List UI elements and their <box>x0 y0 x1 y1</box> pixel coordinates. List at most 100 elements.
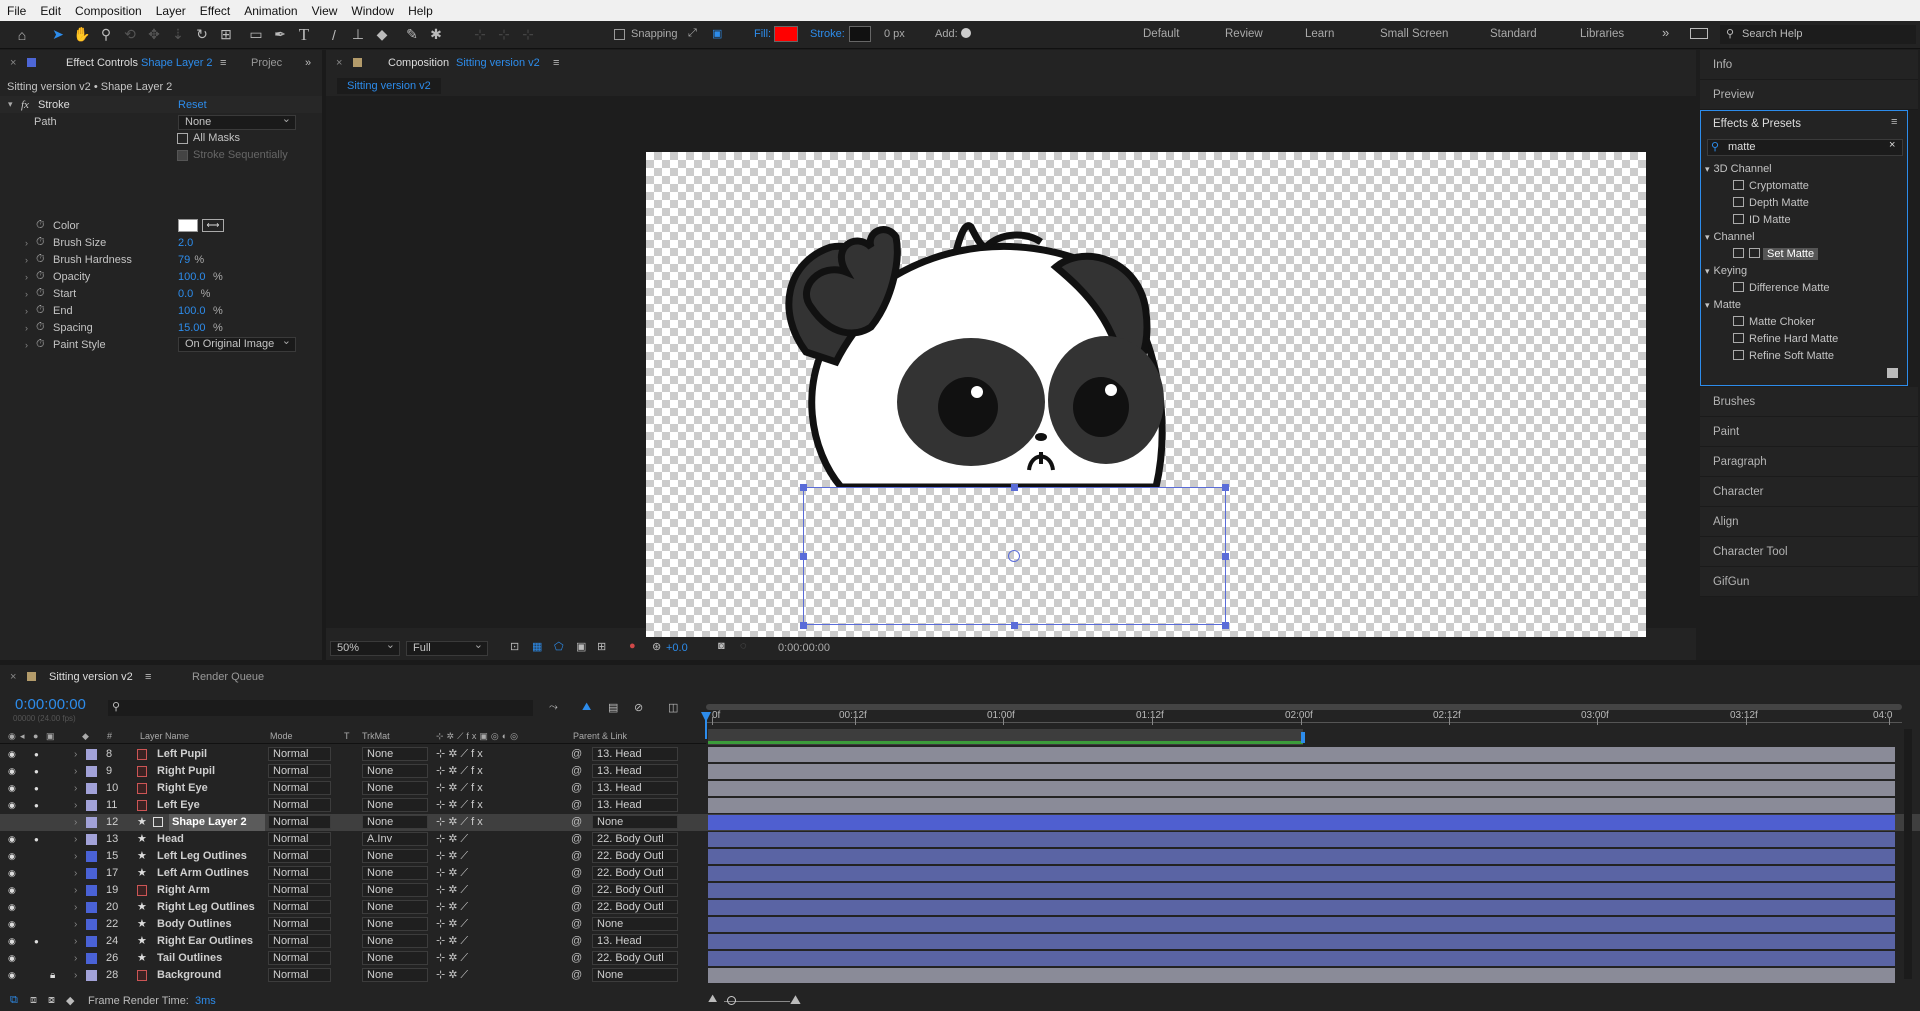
orbit-tool-icon[interactable]: ⟲ <box>118 23 142 47</box>
layer-duration-bar[interactable] <box>708 883 1895 898</box>
blend-mode-dropdown[interactable]: Normal <box>268 781 331 795</box>
workspace-libraries[interactable]: Libraries <box>1580 28 1624 40</box>
blend-mode-dropdown[interactable]: Normal <box>268 832 331 846</box>
lock-icon[interactable]: 🔒︎ <box>50 967 55 984</box>
label-color-swatch[interactable] <box>86 936 97 947</box>
effects-category[interactable]: ▾ Keying <box>1705 263 1747 280</box>
layer-name[interactable]: Left Pupil <box>157 746 207 763</box>
prop-value[interactable]: 2.0 <box>178 237 193 249</box>
new-bin-icon[interactable] <box>1887 368 1898 378</box>
prop-row-brush-size[interactable]: › ⏱ Brush Size 2.0 <box>0 234 322 251</box>
panel-menu-icon[interactable]: ≡ <box>553 57 559 69</box>
visibility-eye-icon[interactable]: ◉ <box>8 763 16 780</box>
resolution-dropdown[interactable]: Full <box>406 639 488 656</box>
expand-arrow-icon[interactable]: › <box>74 882 77 899</box>
layer-name[interactable]: Left Arm Outlines <box>157 865 249 882</box>
layer-duration-bar[interactable] <box>708 917 1895 932</box>
blend-mode-dropdown[interactable]: Normal <box>268 764 331 778</box>
zoom-dropdown[interactable]: 50% <box>330 639 400 656</box>
menu-view[interactable]: View <box>305 4 345 18</box>
transparency-grid-icon[interactable]: ▦ <box>532 640 542 653</box>
label-color-swatch[interactable] <box>86 749 97 760</box>
draft-3d-icon[interactable]: ⛰ <box>582 701 591 714</box>
anchor-tool-icon[interactable]: ⊞ <box>214 23 238 47</box>
expand-arrow-icon[interactable]: › <box>74 916 77 933</box>
type-tool-icon[interactable]: T <box>292 23 316 47</box>
label-color-swatch[interactable] <box>86 783 97 794</box>
paint-style-dropdown[interactable]: On Original Image <box>178 335 296 352</box>
layer-row[interactable]: ◉ ● › 24 ★ Right Ear Outlines Normal None ⊹✲⟋ @13… <box>0 933 1920 950</box>
switch-icons[interactable]: ⊹✲⟋fx <box>436 780 486 797</box>
prop-value[interactable]: 0.0 <box>178 288 193 300</box>
layer-row[interactable]: ◉ ● › 10 Right Eye Normal None ⊹✲⟋fx @13. Head <box>0 780 1920 797</box>
switch-icons[interactable]: ⊹✲⟋fx <box>436 763 486 780</box>
switch-icons[interactable]: ⊹✲⟋ <box>436 967 471 984</box>
solo-dot-icon[interactable]: ● <box>34 831 39 848</box>
zoom-tool-icon[interactable]: ⚲ <box>94 23 118 47</box>
workspace-small-screen[interactable]: Small Screen <box>1380 28 1448 40</box>
visibility-eye-icon[interactable]: ◉ <box>8 933 16 950</box>
exposure-reset-icon[interactable]: ⊛ <box>652 640 661 653</box>
track-matte-dropdown[interactable]: None <box>362 798 428 812</box>
layer-name-header[interactable]: Layer Name <box>140 731 189 741</box>
layer-row[interactable]: ◉ 🔒︎ › 28 Background Normal None ⊹✲⟋ @ None <box>0 967 1920 984</box>
frame-blending-icon[interactable]: ⊘ <box>634 701 643 714</box>
menu-effect[interactable]: Effect <box>193 4 237 18</box>
parent-dropdown[interactable]: 22. Body Outl <box>592 951 678 965</box>
track-matte-dropdown[interactable]: None <box>362 764 428 778</box>
menu-composition[interactable]: Composition <box>68 4 149 18</box>
parent-pickwhip-icon[interactable]: @ <box>571 848 582 865</box>
visibility-eye-icon[interactable]: ◉ <box>8 780 16 797</box>
blend-mode-dropdown[interactable]: Normal <box>268 917 331 931</box>
layer-row[interactable]: ◉ › 26 ★ Tail Outlines Normal None ⊹✲⟋ @22. Body… <box>0 950 1920 967</box>
toggle-inout-icon[interactable]: ⧇ <box>48 994 55 1007</box>
layer-name[interactable]: Right Leg Outlines <box>157 899 255 916</box>
parent-dropdown[interactable]: 13. Head <box>592 798 678 812</box>
panel-overflow-icon[interactable]: » <box>305 57 311 69</box>
mask-visibility-icon[interactable]: ⬠ <box>554 640 564 653</box>
prop-value[interactable]: 79 <box>178 254 190 266</box>
stroke-color-swatch[interactable] <box>849 26 871 42</box>
label-color-swatch[interactable] <box>86 953 97 964</box>
parent-dropdown[interactable]: 22. Body Outl <box>592 866 678 880</box>
parent-dropdown[interactable]: 22. Body Outl <box>592 900 678 914</box>
solo-dot-icon[interactable]: ● <box>34 763 39 780</box>
expand-arrow-icon[interactable]: › <box>25 272 28 282</box>
bbox-handle[interactable] <box>1222 484 1229 491</box>
effects-category[interactable]: ▾ 3D Channel <box>1705 161 1772 178</box>
blend-mode-dropdown[interactable]: Normal <box>268 968 331 982</box>
parent-dropdown[interactable]: 13. Head <box>592 781 678 795</box>
blend-mode-dropdown[interactable]: Normal <box>268 747 331 761</box>
visibility-eye-icon[interactable]: ◉ <box>8 831 16 848</box>
reset-link[interactable]: Reset <box>178 99 207 111</box>
menu-window[interactable]: Window <box>344 4 401 18</box>
switch-icons[interactable]: ⊹✲⟋ <box>436 848 471 865</box>
prop-row-spacing[interactable]: › ⏱ Spacing 15.00% <box>0 319 322 336</box>
effect-item[interactable]: Difference Matte <box>1733 280 1830 297</box>
switch-icons[interactable]: ⊹✲⟋ <box>436 865 471 882</box>
solo-dot-icon[interactable]: ● <box>34 797 39 814</box>
snap-edges-icon[interactable]: ⤢ <box>688 27 697 40</box>
stopwatch-icon[interactable]: ⏱ <box>36 270 45 283</box>
collapse-arrow-icon[interactable]: ▾ <box>1705 266 1710 276</box>
label-color-swatch[interactable] <box>86 902 97 913</box>
panel-character-tool[interactable]: Character Tool <box>1700 537 1918 567</box>
stopwatch-icon[interactable]: ⏱ <box>36 287 45 300</box>
rectangle-tool-icon[interactable]: ▭ <box>244 23 268 47</box>
solo-dot-icon[interactable]: ● <box>34 933 39 950</box>
effect-item[interactable]: ID Matte <box>1733 212 1791 229</box>
add-arrow-icon[interactable] <box>961 28 971 38</box>
fx-icon[interactable]: fx <box>21 99 29 111</box>
panel-brushes[interactable]: Brushes <box>1700 387 1918 417</box>
workspace-default[interactable]: Default <box>1143 28 1179 40</box>
guides-icon[interactable]: ▣ <box>576 640 586 653</box>
workspace-learn[interactable]: Learn <box>1305 28 1334 40</box>
clear-search-icon[interactable]: × <box>1889 139 1895 151</box>
panel-menu-icon[interactable]: ≡ <box>220 57 226 69</box>
parent-dropdown[interactable]: None <box>592 917 678 931</box>
layer-name[interactable]: Head <box>157 831 184 848</box>
layer-name[interactable]: Right Eye <box>157 780 208 797</box>
brush-tool-icon[interactable]: / <box>322 23 346 47</box>
switch-icons[interactable]: ⊹✲⟋fx <box>436 814 486 831</box>
layer-name[interactable]: Background <box>157 967 221 984</box>
